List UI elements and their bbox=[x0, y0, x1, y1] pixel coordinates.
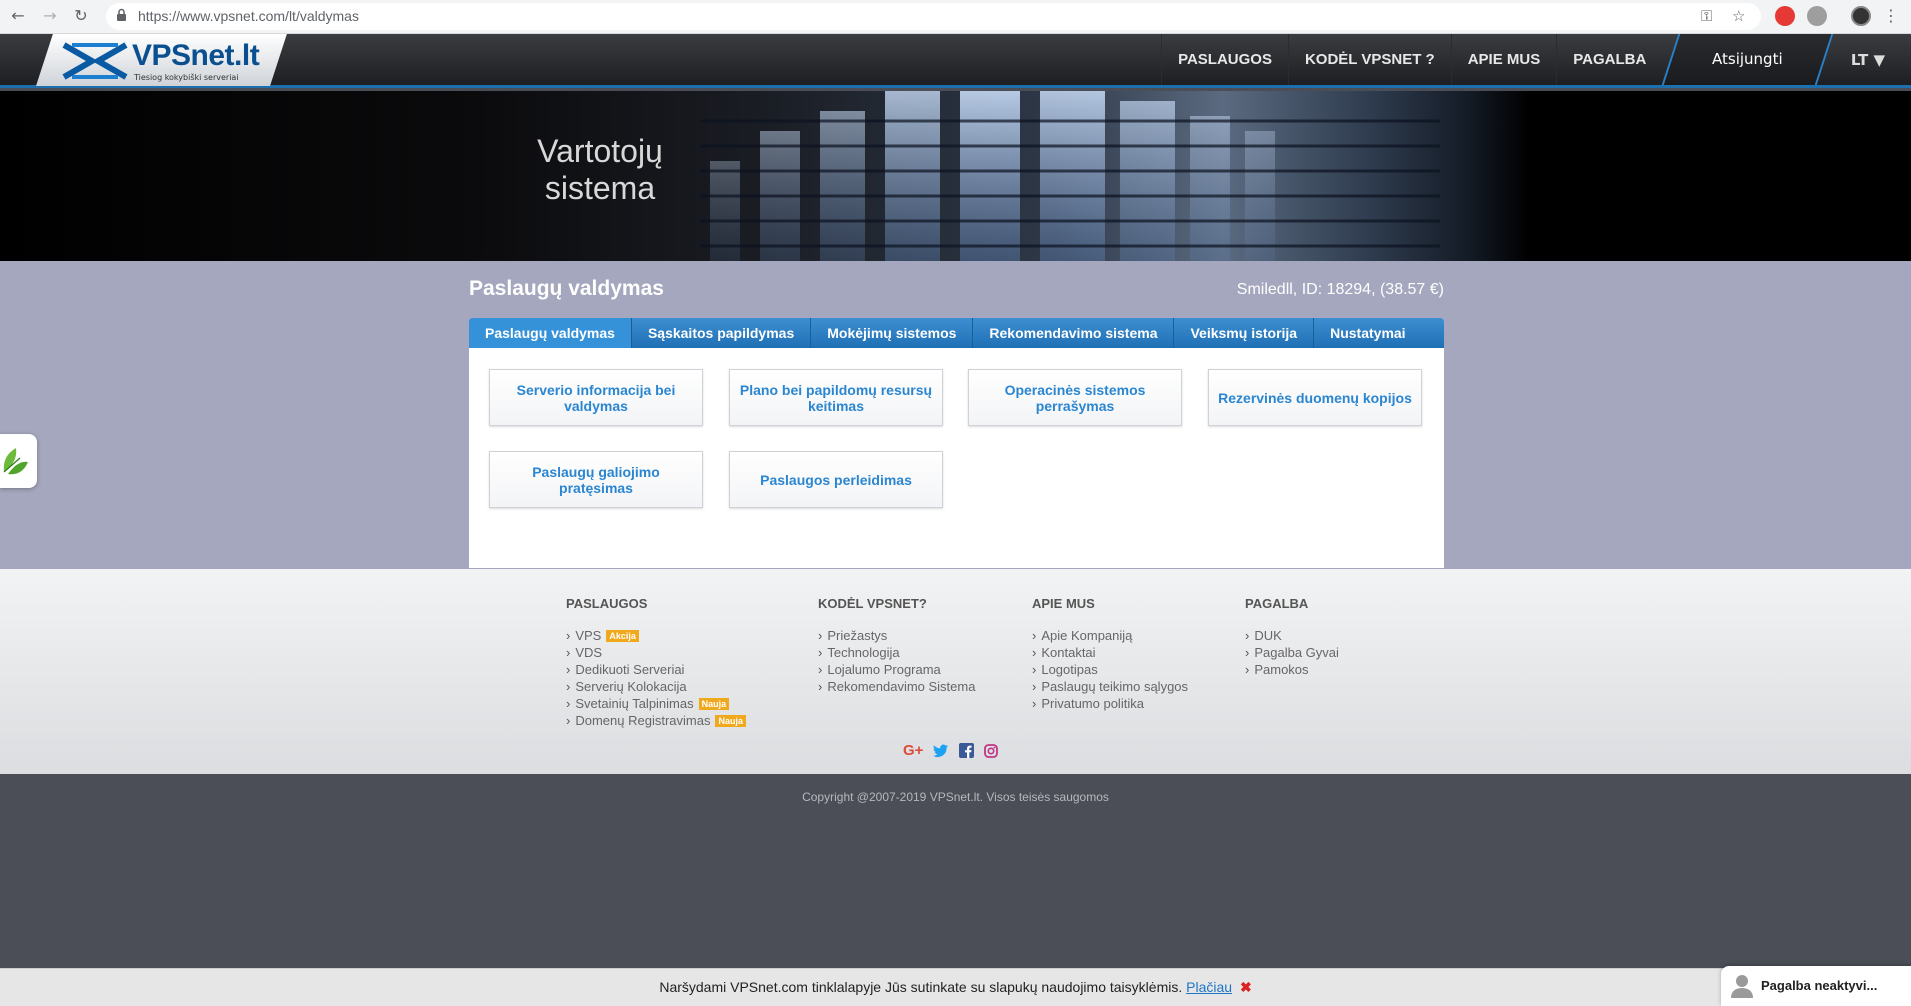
live-chat-widget[interactable]: Pagalba neaktyvi... bbox=[1721, 966, 1911, 1006]
bookmark-star-icon[interactable]: ☆ bbox=[1732, 7, 1745, 25]
google-plus-icon[interactable]: G+ bbox=[903, 742, 923, 759]
footer-link-hosting[interactable]: Svetainių Talpinimas Nauja bbox=[566, 695, 746, 712]
footer-link-domains[interactable]: Domenų Registravimas Nauja bbox=[566, 712, 746, 729]
account-info: Smiledll, ID: 18294, (38.57 €) bbox=[1236, 281, 1444, 298]
cookie-notice: Naršydami VPSnet.com tinklalapyje Jūs su… bbox=[0, 968, 1911, 1006]
card-server-info[interactable]: Serverio informacija bei valdymas bbox=[489, 369, 703, 426]
tab-panel: Serverio informacija bei valdymas Plano … bbox=[469, 348, 1444, 568]
instagram-icon[interactable] bbox=[984, 743, 999, 758]
footer-link-label: Domenų Registravimas bbox=[575, 713, 711, 728]
logo-subtitle: Tiesiog kokybiški serveriai bbox=[134, 73, 239, 82]
footer-heading: PAGALBA bbox=[1245, 596, 1309, 611]
nav-apie-mus[interactable]: APIE MUS bbox=[1450, 34, 1557, 85]
footer-link-loyalty[interactable]: Lojalumo Programa bbox=[818, 661, 975, 678]
nav-pagalba[interactable]: PAGALBA bbox=[1556, 34, 1662, 85]
footer-link-vds[interactable]: VDS bbox=[566, 644, 746, 661]
browser-toolbar: ← → ↻ https://www.vpsnet.com/lt/valdymas… bbox=[0, 0, 1911, 34]
logo-mark-icon bbox=[62, 42, 128, 80]
badge-akcija: Akcija bbox=[606, 630, 639, 642]
site-footer: PASLAUGOS VPS Akcija VDS Dedikuoti Server… bbox=[0, 569, 1911, 774]
tab-mokejimu-sistemos[interactable]: Mokėjimų sistemos bbox=[811, 318, 974, 348]
footer-link-privacy[interactable]: Privatumo politika bbox=[1032, 695, 1188, 712]
tab-nustatymai[interactable]: Nustatymai bbox=[1314, 318, 1421, 348]
footer-link-terms[interactable]: Paslaugų teikimo sąlygos bbox=[1032, 678, 1188, 695]
reload-icon[interactable]: ↻ bbox=[71, 6, 91, 26]
chat-status-label: Pagalba neaktyvi... bbox=[1761, 978, 1878, 993]
card-plan-change[interactable]: Plano bei papildomų resursų keitimas bbox=[729, 369, 943, 426]
footer-link-label: Svetainių Talpinimas bbox=[575, 696, 694, 711]
extension-icon[interactable] bbox=[1807, 6, 1827, 26]
footer-col-paslaugos: PASLAUGOS VPS Akcija VDS Dedikuoti Server… bbox=[566, 596, 746, 729]
forward-arrow-icon[interactable]: → bbox=[40, 6, 60, 26]
nav-kodel-vpsnet[interactable]: KODĖL VPSNET ? bbox=[1287, 34, 1451, 85]
footer-link-company[interactable]: Apie Kompaniją bbox=[1032, 627, 1188, 644]
key-icon[interactable]: ⚿ bbox=[1701, 7, 1712, 25]
footer-link-faq[interactable]: DUK bbox=[1245, 627, 1339, 644]
banner-title: Vartotojų sistema bbox=[500, 133, 700, 207]
badge-nauja: Nauja bbox=[698, 698, 730, 710]
footer-link-live-help[interactable]: Pagalba Gyvai bbox=[1245, 644, 1339, 661]
tab-veiksmu-istorija[interactable]: Veiksmų istorija bbox=[1174, 318, 1315, 348]
tab-paslaugu-valdymas[interactable]: Paslaugų valdymas bbox=[469, 318, 632, 348]
footer-link-dedicated[interactable]: Dedikuoti Serveriai bbox=[566, 661, 746, 678]
logo-text: VPSnet.lt bbox=[132, 39, 260, 72]
footer-heading: APIE MUS bbox=[1032, 596, 1095, 611]
banner-title-line1: Vartotojų bbox=[537, 133, 663, 169]
footer-link-tutorials[interactable]: Pamokos bbox=[1245, 661, 1339, 678]
leaf-icon bbox=[3, 448, 28, 475]
footer-link-logo[interactable]: Logotipas bbox=[1032, 661, 1188, 678]
card-transfer[interactable]: Paslaugos perleidimas bbox=[729, 451, 943, 508]
hero-banner: Vartotojų sistema bbox=[0, 91, 1911, 261]
address-bar[interactable]: https://www.vpsnet.com/lt/valdymas ⚿ ☆ bbox=[106, 3, 1761, 30]
back-arrow-icon[interactable]: ← bbox=[8, 6, 28, 26]
tab-rekomendavimo-sistema[interactable]: Rekomendavimo sistema bbox=[973, 318, 1175, 348]
nav-paslaugos[interactable]: PASLAUGOS bbox=[1161, 34, 1288, 85]
side-feedback-widget[interactable] bbox=[0, 434, 37, 488]
user-avatar-icon bbox=[1731, 975, 1753, 998]
footer-col-apie: APIE MUS Apie Kompaniją Kontaktai Logoti… bbox=[1032, 596, 1188, 712]
footer-link-referral[interactable]: Rekomendavimo Sistema bbox=[818, 678, 975, 695]
footer-link-technology[interactable]: Technologija bbox=[818, 644, 975, 661]
cookie-more-link[interactable]: Plačiau bbox=[1186, 979, 1232, 995]
footer-col-kodel: KODĖL VPSNET? Priežastys Technologija Lo… bbox=[818, 596, 975, 695]
lock-icon bbox=[116, 8, 130, 24]
site-header: VPSnet.lt Tiesiog kokybiški serveriai PA… bbox=[0, 34, 1911, 88]
footer-link-contacts[interactable]: Kontaktai bbox=[1032, 644, 1188, 661]
url-text: https://www.vpsnet.com/lt/valdymas bbox=[138, 8, 359, 24]
extension-adblock-icon[interactable] bbox=[1775, 6, 1795, 26]
logout-button[interactable]: Atsijungti bbox=[1662, 34, 1834, 85]
banner-title-line2: sistema bbox=[544, 170, 656, 206]
footer-col-pagalba: PAGALBA DUK Pagalba Gyvai Pamokos bbox=[1245, 596, 1339, 678]
card-os-reinstall[interactable]: Operacinės sistemos perrašymas bbox=[968, 369, 1182, 426]
top-navigation: PASLAUGOS KODĖL VPSNET ? APIE MUS PAGALB… bbox=[1161, 34, 1911, 85]
social-links: G+ bbox=[903, 742, 999, 759]
card-renewal[interactable]: Paslaugų galiojimo pratęsimas bbox=[489, 451, 703, 508]
footer-heading: PASLAUGOS bbox=[566, 596, 648, 611]
footer-heading: KODĖL VPSNET? bbox=[818, 596, 927, 611]
menu-kebab-icon[interactable]: ⋮ bbox=[1881, 6, 1901, 26]
footer-link-vps[interactable]: VPS Akcija bbox=[566, 627, 746, 644]
server-racks-illustration bbox=[700, 91, 1440, 261]
copyright-text: Copyright @2007-2019 VPSnet.lt. Visos te… bbox=[802, 790, 1109, 804]
profile-avatar[interactable] bbox=[1851, 6, 1871, 26]
footer-link-colocation[interactable]: Serverių Kolokacija bbox=[566, 678, 746, 695]
facebook-icon[interactable] bbox=[959, 743, 975, 758]
language-selector[interactable]: LT ▼ bbox=[1825, 51, 1911, 69]
badge-nauja: Nauja bbox=[715, 715, 746, 727]
cookie-text: Naršydami VPSnet.com tinklalapyje Jūs su… bbox=[659, 979, 1183, 995]
twitter-icon[interactable] bbox=[933, 744, 949, 758]
footer-link-label: VPS bbox=[575, 628, 602, 643]
bottom-bar: Copyright @2007-2019 VPSnet.lt. Visos te… bbox=[0, 774, 1911, 968]
footer-link-reasons[interactable]: Priežastys bbox=[818, 627, 975, 644]
card-backups[interactable]: Rezervinės duomenų kopijos bbox=[1208, 369, 1422, 426]
site-logo[interactable]: VPSnet.lt Tiesiog kokybiški serveriai bbox=[62, 37, 262, 83]
page-title: Paslaugų valdymas bbox=[469, 277, 664, 300]
tab-bar: Paslaugų valdymas Sąskaitos papildymas M… bbox=[469, 318, 1444, 348]
logout-label: Atsijungti bbox=[1712, 50, 1783, 68]
close-icon[interactable]: ✖ bbox=[1240, 979, 1252, 995]
tab-saskaitos-papildymas[interactable]: Sąskaitos papildymas bbox=[632, 318, 812, 348]
